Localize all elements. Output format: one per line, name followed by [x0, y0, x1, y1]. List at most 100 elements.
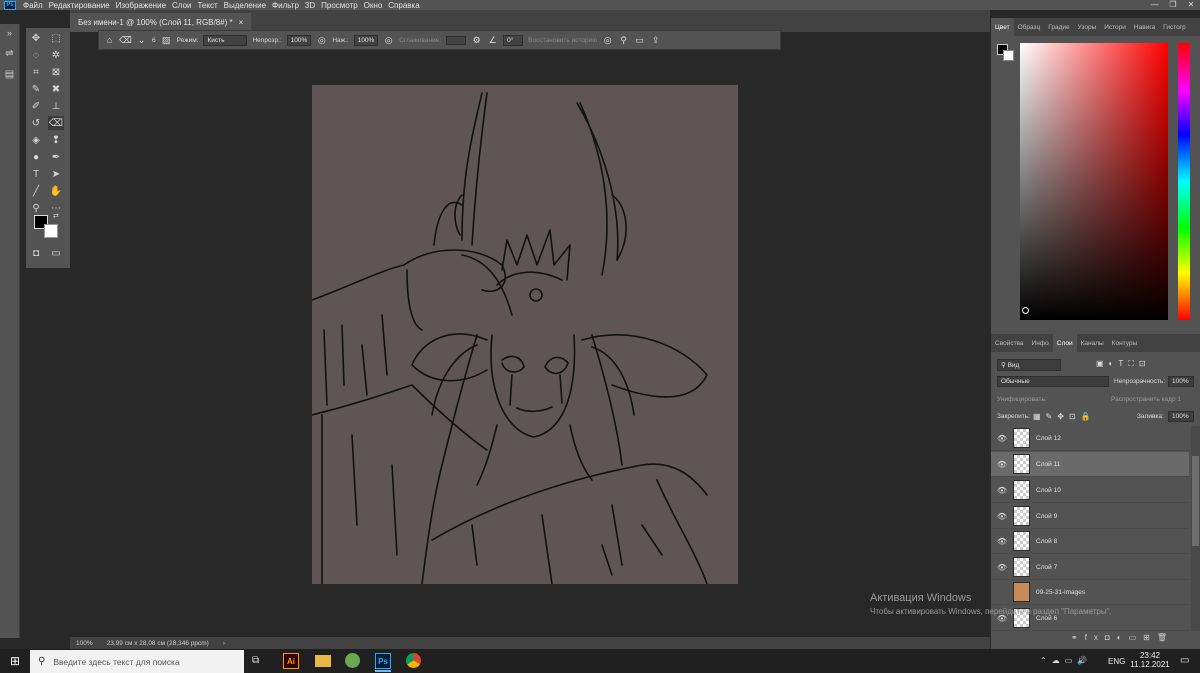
visibility-eye-icon[interactable]: 👁: [991, 434, 1013, 443]
chrome-icon[interactable]: [406, 653, 421, 668]
opacity-field[interactable]: 100%: [286, 34, 312, 46]
menu-select[interactable]: Выделение: [221, 1, 269, 10]
background-color-swatch[interactable]: [44, 224, 58, 238]
magic-wand-icon[interactable]: ✲: [48, 48, 64, 62]
menu-help[interactable]: Справка: [385, 1, 422, 10]
windows-start-icon[interactable]: ⊞: [0, 654, 30, 668]
color-picker-cursor[interactable]: [1022, 307, 1029, 314]
eyedropper-icon[interactable]: ✎: [28, 82, 44, 96]
expand-panels-icon[interactable]: »: [0, 28, 19, 38]
move-tool-icon[interactable]: ✥: [28, 31, 44, 45]
tab-navigator[interactable]: Навига: [1130, 18, 1159, 36]
propagate-frame-checkbox[interactable]: Распространить кадр 1: [1111, 396, 1181, 403]
layer-row[interactable]: 👁 Слой 7: [991, 555, 1189, 580]
taskbar-search[interactable]: ⚲ Введите здесь текст для поиска: [30, 650, 244, 673]
tab-gradients[interactable]: Градие: [1044, 18, 1073, 36]
photoshop-app-icon[interactable]: Ps: [375, 653, 391, 669]
lock-icons[interactable]: ▦✎✥⊡🔒: [1033, 412, 1096, 421]
illustrator-app-icon[interactable]: Ai: [283, 653, 299, 669]
status-arrow-icon[interactable]: ›: [223, 640, 225, 647]
tab-layers[interactable]: Слои: [1052, 334, 1077, 352]
layer-row[interactable]: 👁 Слой 9: [991, 504, 1189, 529]
layer-row[interactable]: 👁 Слой 10: [991, 478, 1189, 503]
file-explorer-icon[interactable]: [315, 655, 331, 667]
zoom-tool-icon[interactable]: ⚲: [28, 201, 44, 215]
color-panel-background[interactable]: [1003, 50, 1014, 61]
menu-text[interactable]: Текст: [194, 1, 220, 10]
workspace-icon[interactable]: ▭: [634, 35, 645, 46]
visibility-eye-icon[interactable]: 👁: [991, 512, 1013, 521]
properties-icon[interactable]: ⇌: [0, 48, 19, 59]
layer-filter-icons[interactable]: ▣◐T⛶⊡: [1096, 359, 1151, 369]
swap-colors-icon[interactable]: ⇄: [53, 212, 59, 220]
close-window-button[interactable]: ✕: [1182, 0, 1200, 10]
tab-info[interactable]: Инфо: [1028, 334, 1053, 352]
angle-field[interactable]: 0°: [503, 34, 524, 46]
tab-properties[interactable]: Свойства: [991, 334, 1028, 352]
photoshop-icon[interactable]: Ps: [4, 0, 16, 10]
chevron-down-icon[interactable]: ⌄: [136, 35, 147, 46]
menu-image[interactable]: Изображение: [113, 1, 169, 10]
menu-3d[interactable]: 3D: [302, 1, 318, 10]
mode-select[interactable]: Кисть: [203, 34, 248, 46]
lasso-tool-icon[interactable]: ◌: [28, 48, 44, 62]
type-tool-icon[interactable]: T: [28, 167, 44, 181]
pressure-opacity-icon[interactable]: ◎: [316, 35, 327, 46]
blur-tool-icon[interactable]: ❢: [48, 133, 64, 147]
menu-view[interactable]: Просмотр: [318, 1, 361, 10]
minimize-button[interactable]: —: [1146, 0, 1164, 10]
path-select-icon[interactable]: ➤: [48, 167, 64, 181]
layer-actions[interactable]: ⚭fx◘◐▭⊞🗑: [1071, 633, 1174, 642]
brush-panel-icon[interactable]: ▨: [161, 35, 172, 46]
quick-mask-icon[interactable]: ◘: [28, 246, 44, 260]
eraser-preset-icon[interactable]: ⌫: [119, 35, 132, 46]
share-icon[interactable]: ⇪: [650, 35, 661, 46]
pressure-size-icon[interactable]: ◎: [602, 35, 613, 46]
frame-tool-icon[interactable]: ⊠: [48, 65, 64, 79]
app-icon[interactable]: [345, 653, 360, 668]
pen-tool-icon[interactable]: ✒: [48, 150, 64, 164]
visibility-eye-icon[interactable]: 👁: [991, 486, 1013, 495]
blend-mode-select[interactable]: Обычные: [997, 376, 1109, 387]
zoom-level[interactable]: 100%: [76, 640, 93, 647]
marquee-tool-icon[interactable]: ⬚: [48, 31, 64, 45]
stamp-tool-icon[interactable]: ⊥: [48, 99, 64, 113]
layer-row-selected[interactable]: 👁 Слой 11: [991, 452, 1189, 477]
hand-tool-icon[interactable]: ✋: [48, 184, 64, 198]
visibility-eye-icon[interactable]: 👁: [991, 460, 1013, 469]
visibility-eye-icon[interactable]: 👁: [991, 563, 1013, 572]
visibility-eye-icon[interactable]: 👁: [991, 537, 1013, 546]
layer-opacity-field[interactable]: 100%: [1168, 376, 1194, 387]
artboard[interactable]: [312, 85, 738, 584]
crop-tool-icon[interactable]: ⌗: [28, 65, 44, 79]
screen-mode-icon[interactable]: ▭: [48, 246, 64, 260]
brush-size-value[interactable]: 6: [152, 37, 156, 44]
layer-filter-select[interactable]: ⚲ Вид: [997, 359, 1061, 371]
clock[interactable]: 23:42 11.12.2021: [1128, 651, 1172, 669]
dodge-tool-icon[interactable]: ●: [28, 150, 44, 164]
hue-slider[interactable]: [1178, 43, 1190, 320]
layers-scrollbar[interactable]: [1191, 426, 1200, 631]
layer-row[interactable]: 👁 Слой 12: [991, 426, 1189, 451]
tab-channels[interactable]: Каналы: [1077, 334, 1108, 352]
settings-gear-icon[interactable]: ⚙: [471, 35, 482, 46]
pressure-field[interactable]: 100%: [353, 34, 379, 46]
color-picker-field[interactable]: [1020, 43, 1168, 320]
layers-scrollbar-thumb[interactable]: [1192, 456, 1199, 546]
task-view-icon[interactable]: ⧉: [252, 655, 259, 666]
line-tool-icon[interactable]: ╱: [28, 184, 44, 198]
home-icon[interactable]: ⌂: [104, 35, 115, 46]
history-brush-icon[interactable]: ↺: [28, 116, 44, 130]
document-tab-close[interactable]: ×: [239, 18, 244, 27]
menu-file[interactable]: Файл: [20, 1, 46, 10]
menu-edit[interactable]: Редактирование: [46, 1, 113, 10]
tab-histogram[interactable]: Гистогр: [1159, 18, 1190, 36]
tab-paths[interactable]: Контуры: [1108, 334, 1142, 352]
smoothing-field[interactable]: [446, 35, 467, 45]
layers-icon[interactable]: ▤: [0, 69, 19, 80]
brush-tool-icon[interactable]: ✐: [28, 99, 44, 113]
paint-bucket-icon[interactable]: ◈: [28, 133, 44, 147]
tab-history[interactable]: Истори: [1100, 18, 1130, 36]
healing-brush-icon[interactable]: ✖: [48, 82, 64, 96]
system-tray-icons[interactable]: ⌃☁▭🔊: [1040, 656, 1092, 665]
